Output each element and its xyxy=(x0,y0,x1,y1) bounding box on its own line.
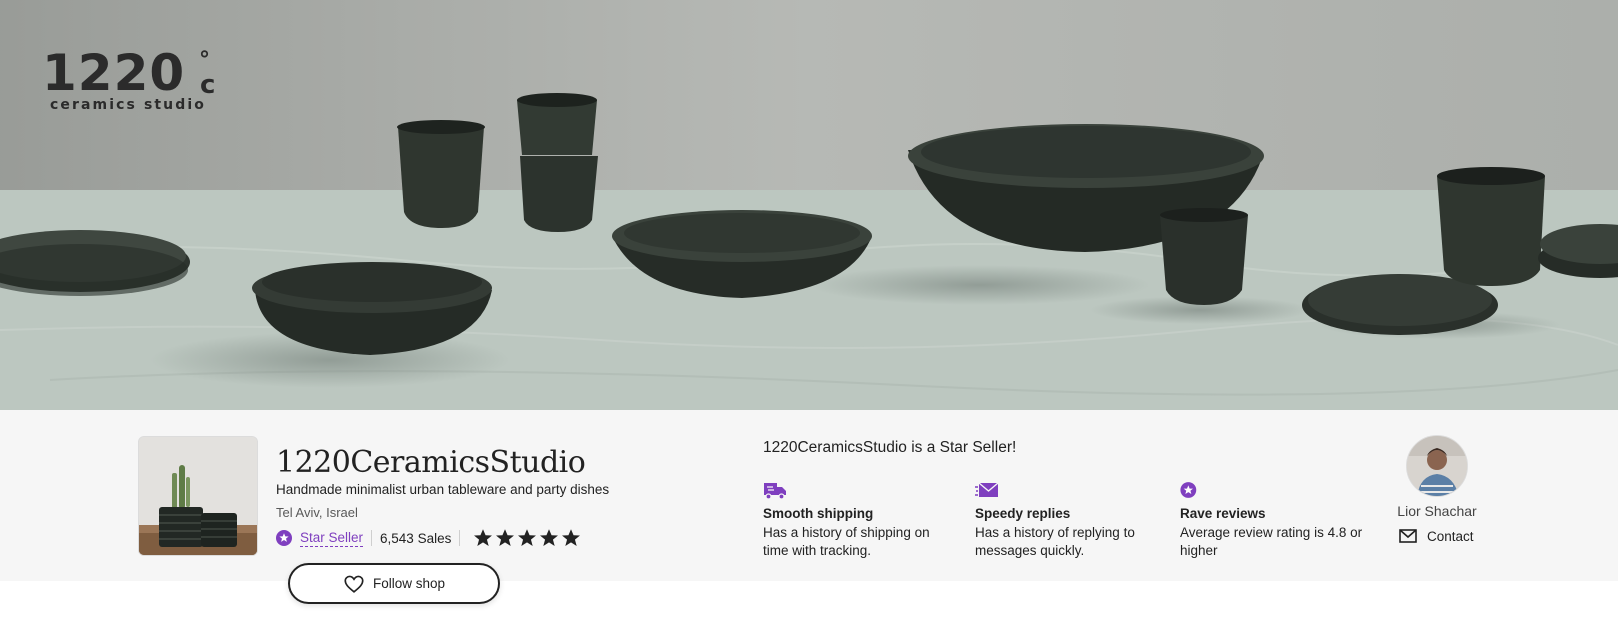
logo-subtitle: ceramics studio xyxy=(50,97,206,113)
shop-banner: 1220 ° c ceramics studio xyxy=(0,0,1618,410)
shop-stats-row: Star Seller 6,543 Sales xyxy=(276,528,582,548)
shop-name: 1220CeramicsStudio xyxy=(276,445,586,480)
rating-star-icon xyxy=(540,529,559,546)
rating-star-icon xyxy=(518,529,537,546)
heart-icon xyxy=(344,575,364,593)
owner-name: Lior Shachar xyxy=(1397,503,1477,519)
star-seller-badge-icon xyxy=(276,530,292,546)
follow-shop-label: Follow shop xyxy=(372,576,446,591)
perk-smooth-shipping: Smooth shipping Has a history of shippin… xyxy=(763,480,953,560)
rating-star-icon xyxy=(474,529,493,546)
banner-photo xyxy=(0,0,1618,410)
owner-avatar[interactable] xyxy=(1406,435,1468,497)
star-seller-link[interactable]: Star Seller xyxy=(300,530,364,547)
shop-avatar[interactable] xyxy=(138,436,258,556)
envelope-speed-icon xyxy=(975,482,999,497)
envelope-icon xyxy=(1399,529,1417,543)
owner-avatar-image xyxy=(1407,436,1467,496)
rating-stars[interactable] xyxy=(472,527,582,549)
perk-description: Has a history of shipping on time with t… xyxy=(763,525,930,558)
shop-location: Tel Aviv, Israel xyxy=(276,505,358,520)
star-seller-title: 1220CeramicsStudio is a Star Seller! xyxy=(763,439,1017,456)
perk-description: Average review rating is 4.8 or higher xyxy=(1180,525,1363,558)
perk-title: Speedy replies xyxy=(975,506,1071,521)
shop-tagline: Handmade minimalist urban tableware and … xyxy=(276,482,610,497)
stats-divider xyxy=(459,530,461,546)
studio-logo: 1220 ° c ceramics studio xyxy=(42,44,215,113)
perk-description: Has a history of replying to messages qu… xyxy=(975,525,1135,558)
follow-shop-button[interactable]: Follow shop xyxy=(288,563,500,604)
rating-star-icon xyxy=(496,529,515,546)
logo-degree-symbol: ° xyxy=(199,48,210,73)
stats-divider xyxy=(371,530,373,546)
rating-star-icon xyxy=(562,529,581,546)
shop-avatar-image xyxy=(139,437,257,555)
logo-wordmark: 1220 xyxy=(42,44,186,102)
perk-speedy-replies: Speedy replies Has a history of replying… xyxy=(975,480,1165,560)
contact-button[interactable]: Contact xyxy=(1399,528,1474,544)
perk-rave-reviews: Rave reviews Average review rating is 4.… xyxy=(1180,480,1370,560)
contact-label: Contact xyxy=(1427,528,1474,544)
perk-title: Smooth shipping xyxy=(763,506,874,521)
sales-count: 6,543 Sales xyxy=(380,530,452,546)
perk-title: Rave reviews xyxy=(1180,506,1266,521)
star-badge-icon xyxy=(1180,482,1197,498)
truck-icon xyxy=(764,483,786,500)
logo-celsius: c xyxy=(200,70,216,100)
